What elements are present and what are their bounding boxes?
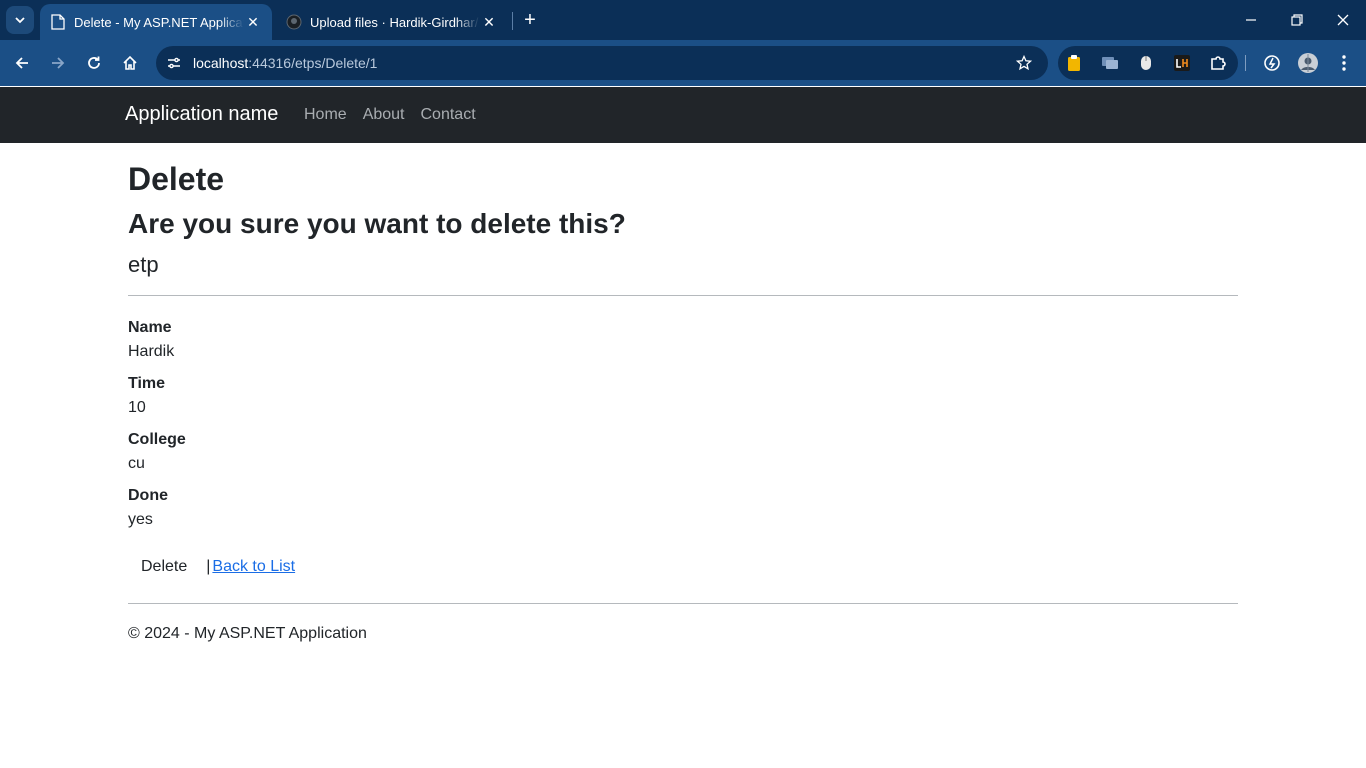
minimize-button[interactable] — [1228, 0, 1274, 40]
back-to-list-link[interactable]: Back to List — [212, 558, 295, 576]
details-list: Name Hardik Time 10 College cu Done yes — [128, 316, 1238, 532]
close-window-button[interactable] — [1320, 0, 1366, 40]
nav-links: Home About Contact — [304, 106, 476, 124]
toolbar-divider — [1245, 55, 1246, 71]
form-actions: Delete | Back to List — [128, 552, 1238, 582]
tab-title: Upload files · Hardik-Girdhar/.net — [310, 14, 480, 30]
restore-icon — [1291, 14, 1303, 26]
puzzle-extensions-icon[interactable] — [1208, 53, 1228, 73]
entity-name: etp — [128, 252, 159, 277]
site-info-icon[interactable] — [158, 49, 190, 77]
lighthouse-extension-icon[interactable] — [1172, 53, 1192, 73]
field-label-done: Done — [128, 487, 168, 504]
nav-link-contact[interactable]: Contact — [421, 106, 476, 124]
field-value-name: Hardik — [128, 343, 175, 360]
url-path: :44316/etps/Delete/1 — [248, 55, 378, 71]
page-title: Delete — [128, 161, 225, 197]
footer-divider — [128, 603, 1238, 604]
github-icon — [286, 14, 302, 30]
home-icon — [123, 55, 137, 70]
field-label-time: Time — [128, 375, 166, 392]
page-icon — [50, 14, 66, 30]
nav-link-about[interactable]: About — [363, 106, 405, 124]
back-button[interactable] — [8, 49, 36, 77]
footer-text: © 2024 - My ASP.NET Application — [128, 625, 367, 642]
browser-toolbar: localhost:44316/etps/Delete/1 — [0, 40, 1366, 86]
field-value-college: cu — [128, 455, 145, 472]
home-button[interactable] — [116, 49, 144, 77]
performance-button[interactable] — [1260, 51, 1284, 75]
action-separator: | — [206, 558, 211, 575]
field-value-time: 10 — [128, 399, 146, 416]
site-navbar: Application name Home About Contact — [0, 87, 1366, 143]
forward-button[interactable] — [44, 49, 72, 77]
navbar-brand[interactable]: Application name — [125, 103, 278, 126]
arrow-left-icon — [15, 57, 28, 69]
speedometer-icon — [1264, 55, 1280, 71]
reload-button[interactable] — [80, 49, 108, 77]
delete-button[interactable]: Delete — [128, 552, 200, 582]
url-host: localhost — [193, 55, 249, 71]
mouse-extension-icon[interactable] — [1136, 53, 1156, 73]
close-icon — [1337, 14, 1349, 26]
browser-menu-button[interactable] — [1332, 51, 1356, 75]
avatar-icon — [1298, 53, 1318, 73]
bookmark-star-icon[interactable] — [1014, 53, 1034, 73]
main-content: Delete Are you sure you want to delete t… — [128, 143, 1238, 646]
url-text: localhost:44316/etps/Delete/1 — [193, 55, 377, 71]
profile-avatar-button[interactable] — [1296, 51, 1320, 75]
reload-icon — [88, 56, 100, 69]
minimize-icon — [1246, 19, 1256, 21]
restore-button[interactable] — [1274, 0, 1320, 40]
tab-active[interactable]: Delete - My ASP.NET Application ✕ — [40, 4, 272, 40]
window-extension-icon[interactable] — [1100, 53, 1120, 73]
divider — [128, 295, 1238, 296]
tab-strip: Delete - My ASP.NET Application ✕ Upload… — [0, 0, 1366, 40]
tab-title: Delete - My ASP.NET Application — [74, 14, 244, 30]
field-label-college: College — [128, 431, 186, 448]
tab-inactive[interactable]: Upload files · Hardik-Girdhar/.net ✕ — [276, 4, 508, 40]
new-tab-button[interactable]: + — [518, 8, 542, 32]
nav-link-home[interactable]: Home — [304, 106, 347, 124]
tab-divider — [512, 12, 513, 30]
more-vertical-icon — [1342, 55, 1346, 71]
field-label-name: Name — [128, 319, 172, 336]
confirm-question: Are you sure you want to delete this? — [128, 208, 626, 239]
tab-search-button[interactable] — [6, 6, 34, 34]
extensions-group — [1058, 46, 1238, 80]
chevron-down-icon — [15, 17, 25, 24]
field-value-done: yes — [128, 511, 153, 528]
close-tab-icon[interactable]: ✕ — [480, 13, 498, 31]
clipboard-extension-icon[interactable] — [1064, 53, 1084, 73]
address-bar[interactable]: localhost:44316/etps/Delete/1 — [156, 46, 1048, 80]
close-tab-icon[interactable]: ✕ — [244, 13, 262, 31]
arrow-right-icon — [52, 57, 65, 69]
